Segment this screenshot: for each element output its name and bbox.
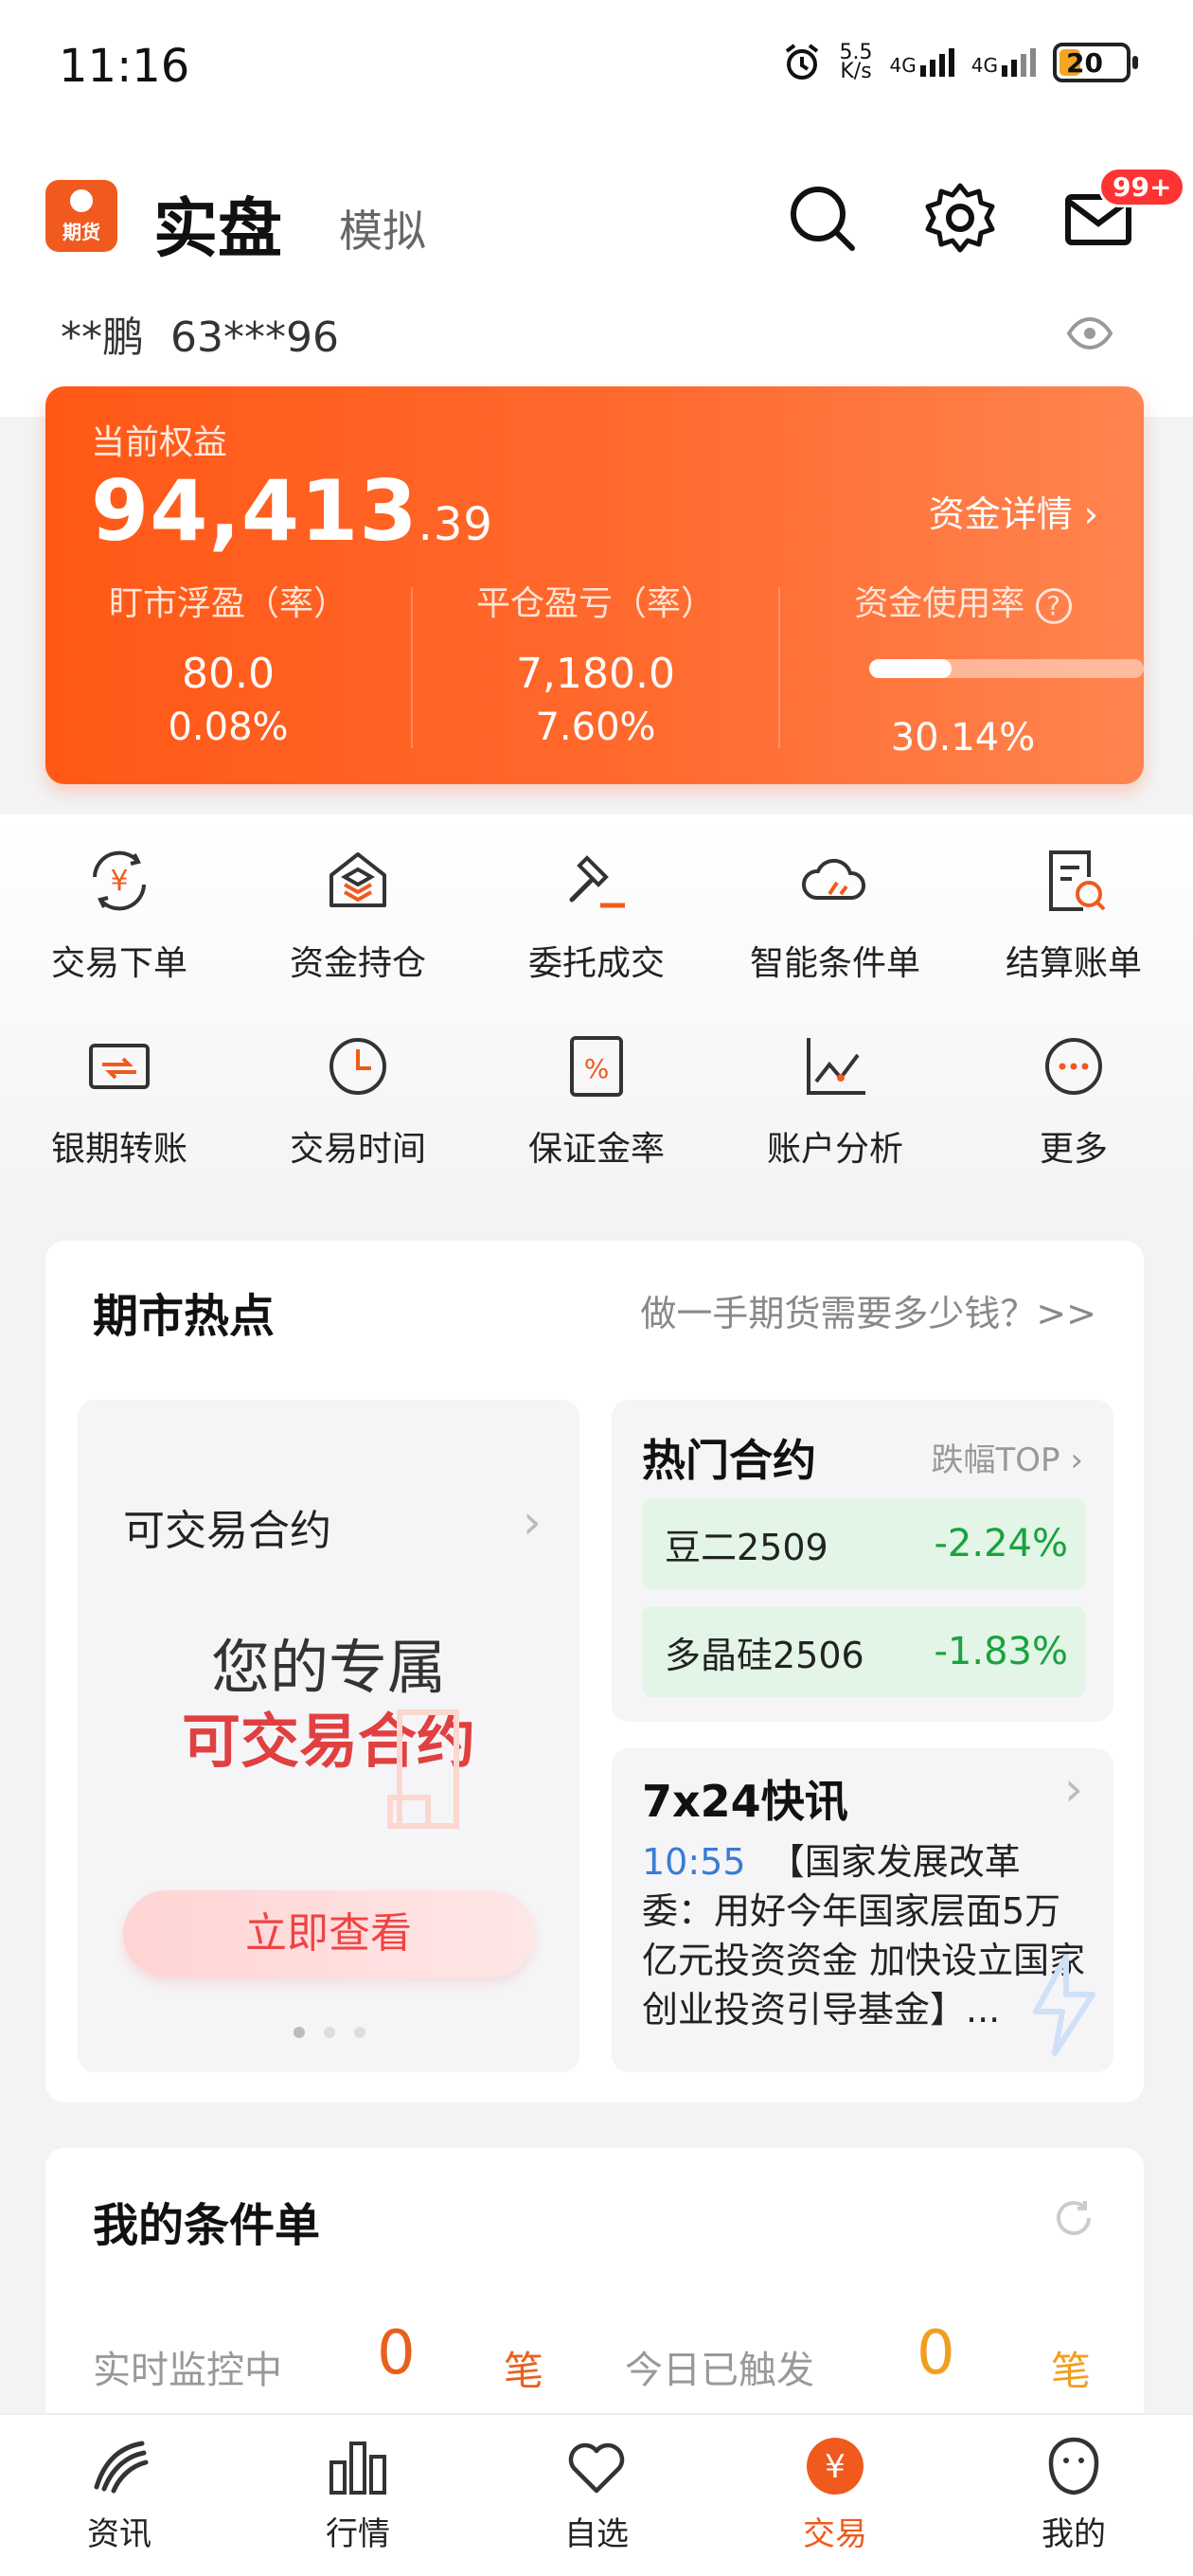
gavel-icon [569, 855, 625, 908]
bottom-tab-bar: 资讯 行情 自选 ¥ 交易 我的 [0, 2413, 1193, 2576]
chevron-right-icon: › [1064, 1762, 1083, 1816]
card-transfer-icon [89, 1044, 150, 1089]
clock-icon [329, 1038, 386, 1095]
cost-per-lot-link[interactable]: 做一手期货需要多少钱？>> [640, 1284, 1096, 1336]
svg-text:¥: ¥ [110, 865, 128, 898]
scroll-icon [387, 1709, 459, 1829]
net-speed: 5.5 K/s [839, 41, 873, 83]
news-text: 10:55 【国家发展改革委：用好今年国家层面5万亿元投资资金 加快设立国家创业… [642, 1841, 1086, 2030]
card-title: 7x24快讯 [642, 1776, 848, 1827]
signal-1-icon: 4G [890, 48, 954, 77]
percent-icon: % [570, 1036, 623, 1097]
grid-item-more[interactable]: 更多 [954, 1029, 1193, 1171]
grid-item-bank-transfer[interactable]: 银期转账 [0, 1029, 239, 1171]
grid-item-trade-order[interactable]: ¥ 交易下单 [0, 843, 239, 985]
help-icon[interactable]: ? [1035, 588, 1072, 624]
tab-simulated[interactable]: 模拟 [339, 197, 426, 259]
search-icon[interactable] [782, 178, 862, 258]
grid-item-smart-condition[interactable]: 智能条件单 [716, 843, 954, 985]
grid-item-entrust-deal[interactable]: 委托成交 [477, 843, 716, 985]
tab-news[interactable]: 资讯 [0, 2415, 239, 2576]
tab-trade[interactable]: ¥ 交易 [716, 2415, 954, 2576]
lightning-icon [1033, 1954, 1095, 2056]
chevron-right-icon: › [1070, 1441, 1083, 1479]
app-logo[interactable]: 期货 [45, 180, 117, 252]
hot-contracts-card: 热门合约 跌幅TOP › 豆二2509 -2.24% 多晶硅2506 -1.83… [612, 1400, 1113, 1722]
decline-top-link[interactable]: 跌幅TOP › [932, 1434, 1083, 1480]
promo-line2: 可交易合约 [181, 1707, 475, 1776]
fund-usage-bar [869, 659, 1144, 678]
house-stack-icon [329, 852, 386, 907]
profile-icon [1048, 2437, 1099, 2496]
cloud-icon [801, 858, 865, 900]
grid-item-trading-hours[interactable]: 交易时间 [239, 1029, 477, 1171]
grid-item-settlement-bill[interactable]: 结算账单 [954, 843, 1193, 985]
monitoring-unit: 笔 [504, 2348, 544, 2394]
refresh-icon[interactable] [1051, 2195, 1096, 2241]
view-now-button[interactable]: 立即查看 [123, 1890, 534, 1977]
news-icon [94, 2441, 149, 2494]
card-title: 热门合约 [642, 1435, 816, 1486]
fund-usage-fill [869, 659, 953, 678]
triggered-label: 今日已触发 [625, 2349, 814, 2392]
battery-icon: 20 [1053, 43, 1138, 82]
clock: 11:16 [59, 40, 190, 93]
float-profit-stat: 盯市浮盈（率） 80.0 0.08% [108, 584, 347, 749]
status-icons: 5.5 K/s 4G 4G 20 [781, 41, 1138, 83]
line-chart-icon [807, 1038, 865, 1095]
triggered-count[interactable]: 0 [917, 2318, 955, 2388]
card-title: 可交易合约 [123, 1507, 331, 1555]
eye-icon[interactable] [1066, 314, 1113, 352]
section-title: 期市热点 [93, 1290, 276, 1343]
equity-label: 当前权益 [91, 423, 228, 462]
bar-chart-icon [329, 2442, 386, 2495]
grid-item-margin-rate[interactable]: % 保证金率 [477, 1029, 716, 1171]
chevron-right-icon: › [1083, 493, 1098, 535]
promo-line1: 您的专属 [210, 1633, 446, 1702]
yen-circle-icon: ¥ [807, 2438, 864, 2495]
message-badge: 99+ [1098, 167, 1186, 207]
alarm-icon [785, 44, 818, 80]
monitoring-label: 实时监控中 [93, 2349, 282, 2392]
triggered-unit: 笔 [1051, 2348, 1092, 2394]
tab-mine[interactable]: 我的 [954, 2415, 1193, 2576]
flash-news-card[interactable]: 7x24快讯 › 10:55 【国家发展改革委：用好今年国家层面5万亿元投资资金… [612, 1748, 1113, 2072]
section-title: 我的条件单 [93, 2199, 321, 2252]
tab-real[interactable]: 实盘 [153, 176, 282, 270]
grid-item-account-analysis[interactable]: 账户分析 [716, 1029, 954, 1171]
grid-item-funds-positions[interactable]: 资金持仓 [239, 843, 477, 985]
equity-value: 94,413.39 [91, 462, 493, 560]
market-hot-panel: 期市热点 做一手期货需要多少钱？>> 可交易合约 › 您的专属 可交易合约 立即… [45, 1241, 1144, 2102]
svg-text:¥: ¥ [825, 2448, 846, 2486]
contract-row[interactable]: 豆二2509 -2.24% [642, 1498, 1085, 1589]
function-grid: ¥ 交易下单 资金持仓 委托成交 智能条件单 结算账单 银期转账 交易时间 % … [0, 814, 1193, 1193]
tab-watchlist[interactable]: 自选 [477, 2415, 716, 2576]
yen-exchange-icon: ¥ [93, 850, 146, 911]
svg-text:%: % [584, 1053, 610, 1084]
close-profit-stat: 平仓盈亏（率） 7,180.0 7.60% [475, 584, 715, 749]
fund-detail-link[interactable]: 资金详情 › [929, 485, 1098, 537]
bill-search-icon [1049, 850, 1106, 911]
carousel-dots [294, 2027, 365, 2038]
chevron-right-icon: › [523, 1494, 542, 1549]
more-icon [1045, 1038, 1102, 1095]
signal-2-icon: 4G [971, 48, 1036, 77]
gear-icon[interactable] [920, 178, 1000, 258]
equity-card: 当前权益 94,413.39 资金详情 › 盯市浮盈（率） 80.0 0.08%… [45, 386, 1144, 784]
account-info: **鹏 63***96 [61, 313, 339, 362]
tab-market[interactable]: 行情 [239, 2415, 477, 2576]
contract-row[interactable]: 多晶硅2506 -1.83% [642, 1606, 1085, 1697]
app-header: 期货 实盘 模拟 99+ **鹏 63***96 [0, 142, 1193, 417]
monitoring-count[interactable]: 0 [377, 2318, 416, 2388]
tradable-contracts-card[interactable]: 可交易合约 › 您的专属 可交易合约 立即查看 [78, 1400, 579, 2072]
status-bar: 11:16 5.5 K/s 4G 4G 20 [0, 0, 1193, 142]
heart-icon [568, 2442, 625, 2494]
